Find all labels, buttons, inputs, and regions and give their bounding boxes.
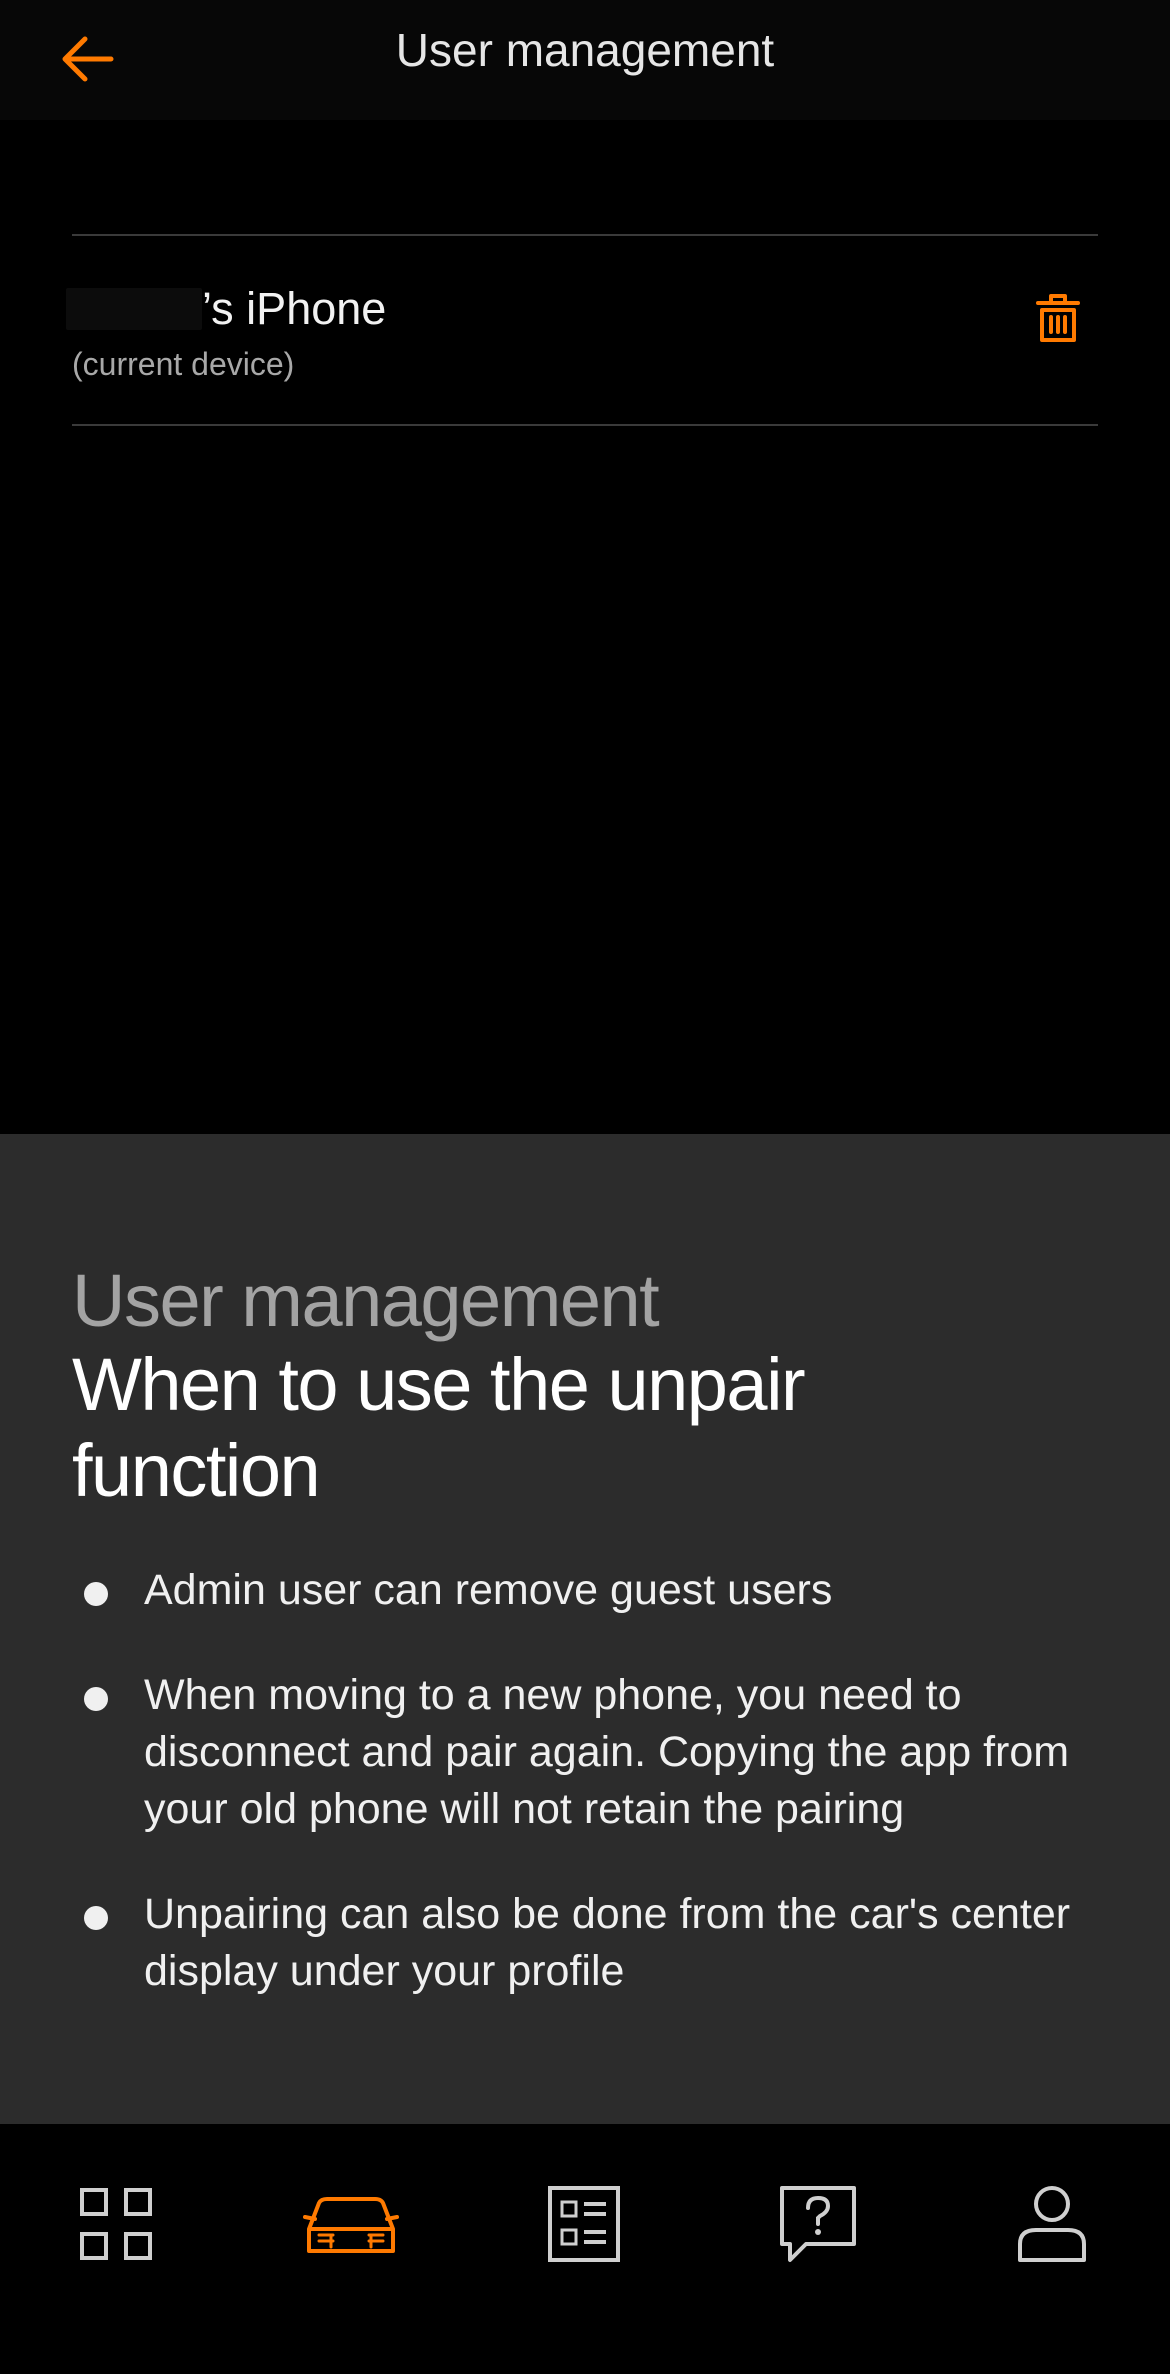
device-name: ’s iPhone xyxy=(202,283,387,334)
list-icon xyxy=(548,2186,620,2262)
help-chat-icon xyxy=(780,2186,856,2262)
grid-icon xyxy=(80,2188,152,2260)
top-bar: User management xyxy=(0,0,1170,120)
car-icon xyxy=(303,2197,399,2253)
bullet-dot-icon xyxy=(84,1906,108,1930)
trash-icon xyxy=(1036,294,1080,342)
info-bullet: Admin user can remove guest users xyxy=(72,1562,1102,1619)
divider-bottom xyxy=(72,424,1098,426)
info-title: When to use the unpair function xyxy=(72,1343,806,1512)
redacted-owner-name xyxy=(66,288,202,330)
bullet-dot-icon xyxy=(84,1582,108,1606)
nav-item-help[interactable] xyxy=(758,2164,878,2284)
delete-device-button[interactable] xyxy=(1028,288,1088,348)
nav-item-list[interactable] xyxy=(524,2164,644,2284)
nav-item-home[interactable] xyxy=(56,2164,176,2284)
bullet-text: Admin user can remove guest users xyxy=(144,1566,833,1614)
bottom-nav xyxy=(0,2124,1170,2374)
info-kicker: User management xyxy=(72,1259,660,1342)
bullet-text: Unpairing can also be done from the car'… xyxy=(144,1890,1071,1995)
bullet-text: When moving to a new phone, you need to … xyxy=(144,1671,1070,1833)
device-row: ’s iPhone (current device) xyxy=(66,236,1098,424)
page-title: User management xyxy=(395,24,775,76)
device-subtitle: (current device) xyxy=(72,346,295,382)
device-name-wrap: ’s iPhone xyxy=(66,282,386,336)
nav-item-car[interactable] xyxy=(291,2164,411,2284)
info-bullet: Unpairing can also be done from the car'… xyxy=(72,1886,1102,2000)
bullet-dot-icon xyxy=(84,1687,108,1711)
info-bullet-list: Admin user can remove guest users When m… xyxy=(72,1562,1102,2048)
device-list: ’s iPhone (current device) xyxy=(66,234,1098,426)
nav-item-profile[interactable] xyxy=(992,2164,1112,2284)
info-bullet: When moving to a new phone, you need to … xyxy=(72,1667,1102,1838)
profile-icon xyxy=(1018,2186,1086,2262)
info-panel: User management When to use the unpair f… xyxy=(0,1134,1170,2124)
